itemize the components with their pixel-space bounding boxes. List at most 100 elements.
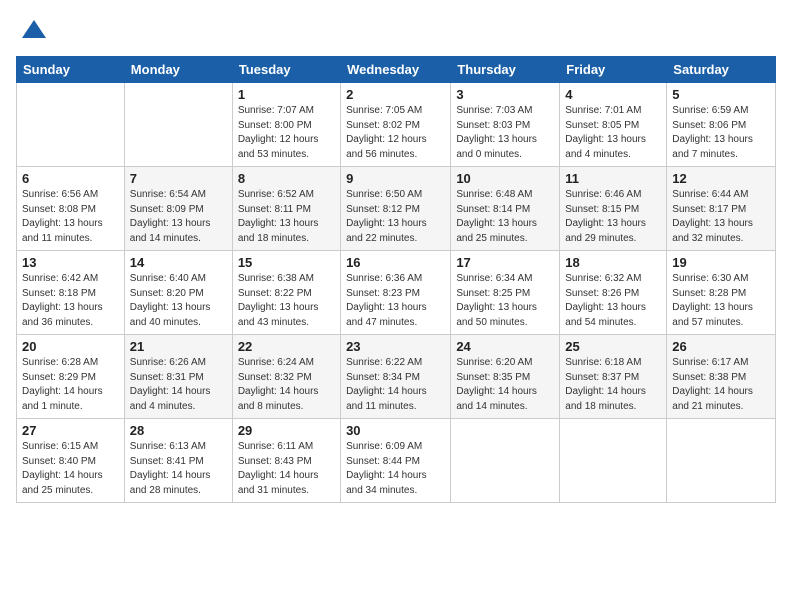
day-info: Sunrise: 6:30 AM Sunset: 8:28 PM Dayligh… [672,272,770,330]
day-info: Sunrise: 6:40 AM Sunset: 8:20 PM Dayligh… [130,272,227,330]
calendar-week-row: 13 Sunrise: 6:42 AM Sunset: 8:18 PM Dayli… [17,251,776,335]
day-info: Sunrise: 6:32 AM Sunset: 8:26 PM Dayligh… [565,272,661,330]
day-number: 19 [672,255,770,270]
day-info: Sunrise: 7:03 AM Sunset: 8:03 PM Dayligh… [456,104,554,162]
day-number: 4 [565,87,661,102]
calendar-week-row: 1Sunrise: 7:07 AM Sunset: 8:00 PM Daylig… [17,83,776,167]
day-info: Sunrise: 6:13 AM Sunset: 8:41 PM Dayligh… [130,440,227,498]
day-number: 18 [565,255,661,270]
calendar-cell: 4 Sunrise: 7:01 AM Sunset: 8:05 PM Daylig… [560,83,667,167]
calendar-cell [451,419,560,503]
day-number: 27 [22,423,119,438]
day-number: 26 [672,339,770,354]
day-number: 16 [346,255,445,270]
day-info: Sunrise: 7:07 AM Sunset: 8:00 PM Dayligh… [238,104,335,162]
calendar-cell: 28 Sunrise: 6:13 AM Sunset: 8:41 PM Dayli… [124,419,232,503]
day-info: Sunrise: 7:01 AM Sunset: 8:05 PM Dayligh… [565,104,661,162]
day-info: Sunrise: 6:50 AM Sunset: 8:12 PM Dayligh… [346,188,445,246]
day-number: 23 [346,339,445,354]
weekday-header-sunday: Sunday [17,57,125,83]
day-info: Sunrise: 6:09 AM Sunset: 8:44 PM Dayligh… [346,440,445,498]
calendar-cell: 18 Sunrise: 6:32 AM Sunset: 8:26 PM Dayli… [560,251,667,335]
calendar-cell: 10 Sunrise: 6:48 AM Sunset: 8:14 PM Dayli… [451,167,560,251]
calendar-cell: 29 Sunrise: 6:11 AM Sunset: 8:43 PM Dayli… [232,419,340,503]
weekday-header-saturday: Saturday [667,57,776,83]
day-info: Sunrise: 6:28 AM Sunset: 8:29 PM Dayligh… [22,356,119,414]
day-number: 22 [238,339,335,354]
calendar-cell: 25 Sunrise: 6:18 AM Sunset: 8:37 PM Dayli… [560,335,667,419]
calendar-week-row: 6 Sunrise: 6:56 AM Sunset: 8:08 PM Daylig… [17,167,776,251]
day-number: 30 [346,423,445,438]
day-info: Sunrise: 6:36 AM Sunset: 8:23 PM Dayligh… [346,272,445,330]
calendar-cell: 6 Sunrise: 6:56 AM Sunset: 8:08 PM Daylig… [17,167,125,251]
calendar-cell: 16 Sunrise: 6:36 AM Sunset: 8:23 PM Dayli… [341,251,451,335]
day-info: Sunrise: 6:59 AM Sunset: 8:06 PM Dayligh… [672,104,770,162]
calendar-cell: 14 Sunrise: 6:40 AM Sunset: 8:20 PM Dayli… [124,251,232,335]
calendar-cell: 19 Sunrise: 6:30 AM Sunset: 8:28 PM Dayli… [667,251,776,335]
calendar-cell: 1Sunrise: 7:07 AM Sunset: 8:00 PM Daylig… [232,83,340,167]
day-number: 3 [456,87,554,102]
day-info: Sunrise: 6:11 AM Sunset: 8:43 PM Dayligh… [238,440,335,498]
calendar-cell: 24 Sunrise: 6:20 AM Sunset: 8:35 PM Dayli… [451,335,560,419]
day-info: Sunrise: 6:26 AM Sunset: 8:31 PM Dayligh… [130,356,227,414]
day-info: Sunrise: 6:18 AM Sunset: 8:37 PM Dayligh… [565,356,661,414]
day-info: Sunrise: 6:17 AM Sunset: 8:38 PM Dayligh… [672,356,770,414]
calendar-table: SundayMondayTuesdayWednesdayThursdayFrid… [16,56,776,503]
calendar-header-row: SundayMondayTuesdayWednesdayThursdayFrid… [17,57,776,83]
calendar-cell: 13 Sunrise: 6:42 AM Sunset: 8:18 PM Dayli… [17,251,125,335]
calendar-cell: 27Sunrise: 6:15 AM Sunset: 8:40 PM Dayli… [17,419,125,503]
calendar-cell: 23Sunrise: 6:22 AM Sunset: 8:34 PM Dayli… [341,335,451,419]
calendar-cell: 26 Sunrise: 6:17 AM Sunset: 8:38 PM Dayli… [667,335,776,419]
day-number: 21 [130,339,227,354]
day-info: Sunrise: 6:48 AM Sunset: 8:14 PM Dayligh… [456,188,554,246]
calendar-cell: 21 Sunrise: 6:26 AM Sunset: 8:31 PM Dayli… [124,335,232,419]
calendar-cell: 11 Sunrise: 6:46 AM Sunset: 8:15 PM Dayli… [560,167,667,251]
day-info: Sunrise: 6:20 AM Sunset: 8:35 PM Dayligh… [456,356,554,414]
page-header [16,16,776,44]
day-number: 6 [22,171,119,186]
calendar-cell: 5 Sunrise: 6:59 AM Sunset: 8:06 PM Daylig… [667,83,776,167]
day-number: 28 [130,423,227,438]
weekday-header-thursday: Thursday [451,57,560,83]
calendar-cell: 7 Sunrise: 6:54 AM Sunset: 8:09 PM Daylig… [124,167,232,251]
day-number: 14 [130,255,227,270]
day-info: Sunrise: 6:38 AM Sunset: 8:22 PM Dayligh… [238,272,335,330]
day-number: 5 [672,87,770,102]
day-number: 12 [672,171,770,186]
day-number: 11 [565,171,661,186]
calendar-cell [124,83,232,167]
day-info: Sunrise: 6:54 AM Sunset: 8:09 PM Dayligh… [130,188,227,246]
calendar-cell: 22Sunrise: 6:24 AM Sunset: 8:32 PM Dayli… [232,335,340,419]
calendar-cell [667,419,776,503]
calendar-cell [17,83,125,167]
calendar-week-row: 20 Sunrise: 6:28 AM Sunset: 8:29 PM Dayli… [17,335,776,419]
day-number: 17 [456,255,554,270]
weekday-header-friday: Friday [560,57,667,83]
day-number: 13 [22,255,119,270]
calendar-cell: 8 Sunrise: 6:52 AM Sunset: 8:11 PM Daylig… [232,167,340,251]
weekday-header-monday: Monday [124,57,232,83]
day-info: Sunrise: 6:42 AM Sunset: 8:18 PM Dayligh… [22,272,119,330]
day-number: 7 [130,171,227,186]
day-info: Sunrise: 6:46 AM Sunset: 8:15 PM Dayligh… [565,188,661,246]
day-info: Sunrise: 6:44 AM Sunset: 8:17 PM Dayligh… [672,188,770,246]
day-info: Sunrise: 6:34 AM Sunset: 8:25 PM Dayligh… [456,272,554,330]
calendar-week-row: 27Sunrise: 6:15 AM Sunset: 8:40 PM Dayli… [17,419,776,503]
day-number: 10 [456,171,554,186]
calendar-cell: 9 Sunrise: 6:50 AM Sunset: 8:12 PM Daylig… [341,167,451,251]
day-info: Sunrise: 6:56 AM Sunset: 8:08 PM Dayligh… [22,188,119,246]
calendar-cell: 12 Sunrise: 6:44 AM Sunset: 8:17 PM Dayli… [667,167,776,251]
calendar-cell: 2Sunrise: 7:05 AM Sunset: 8:02 PM Daylig… [341,83,451,167]
day-info: Sunrise: 6:52 AM Sunset: 8:11 PM Dayligh… [238,188,335,246]
weekday-header-wednesday: Wednesday [341,57,451,83]
day-number: 20 [22,339,119,354]
calendar-cell: 3 Sunrise: 7:03 AM Sunset: 8:03 PM Daylig… [451,83,560,167]
day-number: 9 [346,171,445,186]
day-number: 24 [456,339,554,354]
logo-icon [20,16,48,44]
weekday-header-tuesday: Tuesday [232,57,340,83]
day-number: 25 [565,339,661,354]
day-number: 8 [238,171,335,186]
calendar-cell: 30 Sunrise: 6:09 AM Sunset: 8:44 PM Dayli… [341,419,451,503]
day-number: 29 [238,423,335,438]
